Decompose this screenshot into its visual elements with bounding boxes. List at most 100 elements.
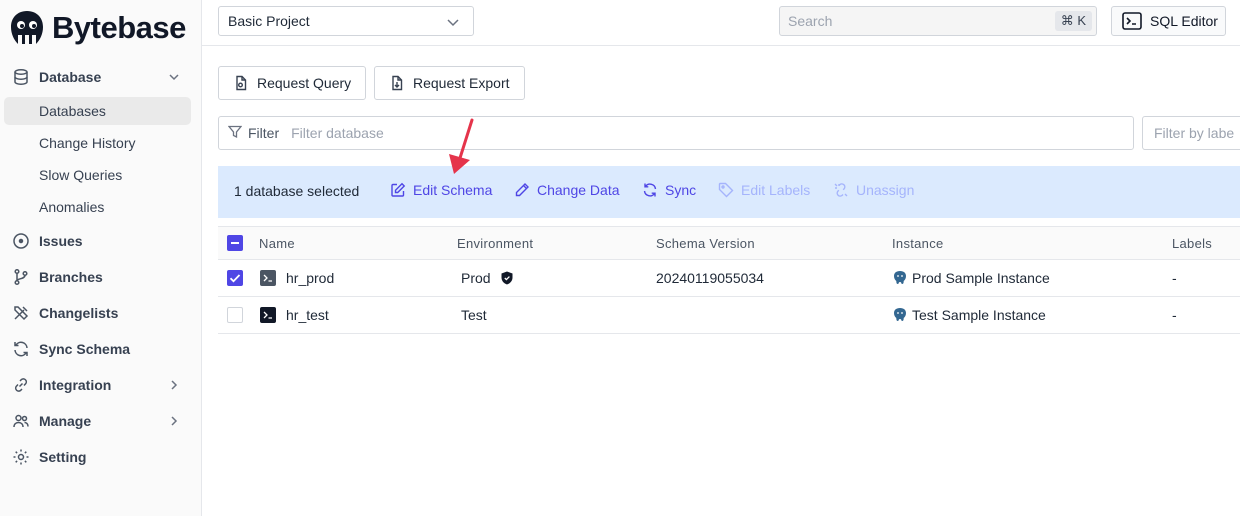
environment-name: Prod bbox=[461, 270, 491, 286]
sidebar-subitem-databases[interactable]: Databases bbox=[39, 97, 106, 125]
project-select-value: Basic Project bbox=[228, 13, 310, 29]
terminal-icon bbox=[260, 270, 276, 286]
sidebar-item-label: Issues bbox=[39, 233, 83, 249]
database-filter-input[interactable]: Filter Filter database bbox=[218, 116, 1134, 150]
sidebar-item-integration[interactable]: Integration bbox=[0, 369, 202, 401]
change-data-button[interactable]: Change Data bbox=[514, 182, 620, 198]
select-all-checkbox[interactable] bbox=[227, 235, 243, 251]
row-checkbox[interactable] bbox=[227, 270, 243, 286]
sync-label: Sync bbox=[665, 182, 697, 198]
pencil-icon bbox=[514, 182, 530, 198]
labels-cell: - bbox=[1172, 307, 1177, 323]
sidebar: Bytebase Database Databases Change Histo… bbox=[0, 0, 202, 516]
postgresql-icon bbox=[892, 307, 908, 323]
sidebar-subitem-slow-queries[interactable]: Slow Queries bbox=[39, 161, 122, 189]
search-shortcut-badge: ⌘ K bbox=[1054, 11, 1092, 31]
sidebar-item-issues[interactable]: Issues bbox=[0, 225, 202, 257]
edit-labels-label: Edit Labels bbox=[741, 182, 811, 198]
gear-icon bbox=[12, 448, 30, 466]
column-header-schema-version[interactable]: Schema Version bbox=[656, 236, 755, 251]
database-icon bbox=[12, 68, 30, 86]
circle-dot-icon bbox=[12, 232, 30, 250]
database-name-cell: hr_prod bbox=[260, 270, 334, 286]
search-input[interactable]: Search ⌘ K bbox=[779, 6, 1097, 36]
chevron-right-icon bbox=[166, 413, 182, 429]
sidebar-subitem-change-history[interactable]: Change History bbox=[39, 129, 136, 157]
project-select[interactable]: Basic Project bbox=[218, 6, 474, 36]
terminal-icon bbox=[260, 307, 276, 323]
search-placeholder: Search bbox=[788, 13, 833, 29]
chevron-down-icon bbox=[445, 14, 461, 30]
instance-name: Test Sample Instance bbox=[912, 307, 1046, 323]
label-filter-input[interactable]: Filter by labe bbox=[1142, 116, 1240, 150]
request-export-button[interactable]: Request Export bbox=[374, 66, 525, 100]
sidebar-item-changelists[interactable]: Changelists bbox=[0, 297, 202, 329]
request-query-button[interactable]: Request Query bbox=[218, 66, 366, 100]
sidebar-item-label: Branches bbox=[39, 269, 103, 285]
table-row[interactable]: hr_prod Prod 20240119055034 Prod Sample … bbox=[218, 260, 1240, 297]
column-header-name[interactable]: Name bbox=[259, 236, 295, 251]
environment-name: Test bbox=[461, 307, 487, 323]
sidebar-item-manage[interactable]: Manage bbox=[0, 405, 202, 437]
change-data-label: Change Data bbox=[537, 182, 620, 198]
top-bar: Basic Project Search ⌘ K SQL Editor bbox=[202, 0, 1240, 46]
sidebar-item-label: Database bbox=[39, 69, 102, 85]
edit-schema-button[interactable]: Edit Schema bbox=[390, 182, 492, 198]
column-header-environment[interactable]: Environment bbox=[457, 236, 533, 251]
sidebar-item-database[interactable]: Database bbox=[0, 61, 202, 93]
sidebar-item-branches[interactable]: Branches bbox=[0, 261, 202, 293]
database-name: hr_prod bbox=[286, 270, 335, 286]
request-query-label: Request Query bbox=[257, 75, 352, 91]
sync-button[interactable]: Sync bbox=[642, 182, 696, 198]
sql-editor-label: SQL Editor bbox=[1150, 13, 1218, 29]
annotation-arrow-icon bbox=[444, 118, 476, 178]
filter-label: Filter bbox=[248, 125, 280, 141]
terminal-icon bbox=[1122, 12, 1142, 30]
bytebase-logo[interactable]: Bytebase bbox=[8, 8, 186, 48]
request-export-label: Request Export bbox=[413, 75, 510, 91]
tag-icon bbox=[718, 182, 734, 198]
bytebase-logo-icon bbox=[8, 9, 46, 47]
tools-icon bbox=[12, 304, 30, 322]
selected-count: 1 database selected bbox=[234, 183, 360, 199]
row-checkbox[interactable] bbox=[227, 307, 243, 323]
unlink-icon bbox=[833, 182, 849, 198]
shield-icon bbox=[500, 271, 514, 285]
sidebar-item-label: Changelists bbox=[39, 305, 119, 321]
environment-cell: Test bbox=[461, 307, 487, 323]
file-download-icon bbox=[389, 75, 405, 91]
environment-cell: Prod bbox=[461, 270, 514, 286]
labels-cell: - bbox=[1172, 270, 1177, 286]
sidebar-item-sync-schema[interactable]: Sync Schema bbox=[0, 333, 202, 365]
selection-action-bar: 1 database selected Edit Schema Change D… bbox=[218, 166, 1240, 218]
database-name: hr_test bbox=[286, 307, 329, 323]
instance-name: Prod Sample Instance bbox=[912, 270, 1050, 286]
sidebar-item-label: Sync Schema bbox=[39, 341, 131, 357]
file-query-icon bbox=[233, 75, 249, 91]
brand-name: Bytebase bbox=[52, 10, 186, 45]
schema-version-cell: 20240119055034 bbox=[656, 270, 764, 286]
sidebar-item-label: Integration bbox=[39, 377, 112, 393]
link-icon bbox=[12, 376, 30, 394]
filter-icon bbox=[227, 125, 243, 142]
filter-placeholder: Filter database bbox=[291, 125, 384, 141]
git-branch-icon bbox=[12, 268, 30, 286]
sidebar-item-setting[interactable]: Setting bbox=[0, 441, 202, 473]
unassign-button[interactable]: Unassign bbox=[833, 182, 914, 198]
chevron-right-icon bbox=[166, 377, 182, 393]
edit-icon bbox=[390, 182, 406, 198]
users-icon bbox=[12, 412, 30, 430]
table-header: Name Environment Schema Version Instance… bbox=[218, 226, 1240, 260]
column-header-labels[interactable]: Labels bbox=[1172, 236, 1212, 251]
table-row[interactable]: hr_test Test Test Sample Instance - bbox=[218, 297, 1240, 334]
sidebar-item-label: Setting bbox=[39, 449, 87, 465]
sql-editor-button[interactable]: SQL Editor bbox=[1111, 6, 1226, 36]
column-header-instance[interactable]: Instance bbox=[892, 236, 944, 251]
sidebar-subitem-anomalies[interactable]: Anomalies bbox=[39, 193, 104, 221]
edit-labels-button[interactable]: Edit Labels bbox=[718, 182, 810, 198]
edit-schema-label: Edit Schema bbox=[413, 182, 493, 198]
instance-cell: Test Sample Instance bbox=[892, 307, 1046, 323]
sync-icon bbox=[642, 182, 658, 198]
unassign-label: Unassign bbox=[856, 182, 915, 198]
sidebar-item-label: Manage bbox=[39, 413, 92, 429]
